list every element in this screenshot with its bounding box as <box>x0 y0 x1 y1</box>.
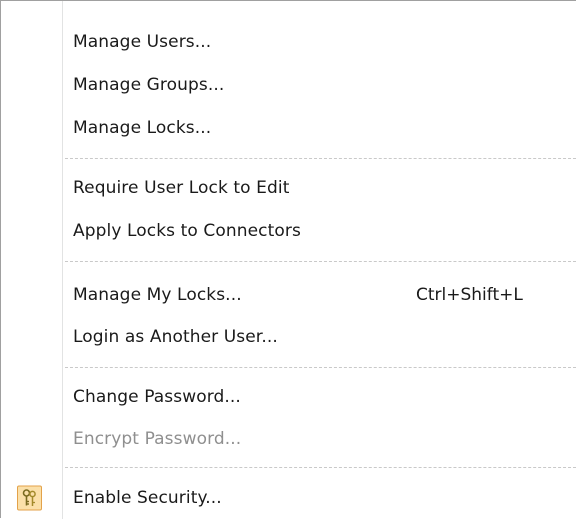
menu-item-label: Login as Another User... <box>73 327 278 347</box>
menu-item-apply-locks-to-connectors[interactable]: Apply Locks to Connectors <box>1 211 576 251</box>
keys-icon <box>17 485 42 511</box>
menu-item-enable-security[interactable]: Enable Security... <box>1 478 576 518</box>
menu-separator <box>65 367 576 368</box>
menu-item-label: Manage Locks... <box>73 118 212 138</box>
menu-separator <box>65 261 576 262</box>
menu-item-shortcut: Ctrl+Shift+L <box>416 285 523 305</box>
menu-item-label: Encrypt Password... <box>73 429 242 449</box>
menu-item-manage-locks[interactable]: Manage Locks... <box>1 108 576 148</box>
menu-item-require-user-lock-to-edit[interactable]: Require User Lock to Edit <box>1 168 576 208</box>
menu-item-login-as-another-user[interactable]: Login as Another User... <box>1 317 576 357</box>
menu-item-manage-groups[interactable]: Manage Groups... <box>1 65 576 105</box>
menu-item-label: Enable Security... <box>73 488 222 508</box>
security-context-menu: Manage Users... Manage Groups... Manage … <box>0 0 576 519</box>
menu-item-label: Manage Users... <box>73 32 212 52</box>
menu-item-label: Require User Lock to Edit <box>73 178 290 198</box>
menu-separator <box>65 158 576 159</box>
menu-item-change-password[interactable]: Change Password... <box>1 377 576 417</box>
menu-separator <box>65 467 576 468</box>
menu-item-label: Change Password... <box>73 387 241 407</box>
menu-item-manage-users[interactable]: Manage Users... <box>1 22 576 62</box>
menu-item-label: Apply Locks to Connectors <box>73 221 301 241</box>
menu-item-encrypt-password: Encrypt Password... <box>1 419 576 459</box>
menu-item-label: Manage Groups... <box>73 75 225 95</box>
menu-item-label: Manage My Locks... <box>73 285 242 305</box>
menu-item-manage-my-locks[interactable]: Manage My Locks... Ctrl+Shift+L <box>1 275 576 315</box>
